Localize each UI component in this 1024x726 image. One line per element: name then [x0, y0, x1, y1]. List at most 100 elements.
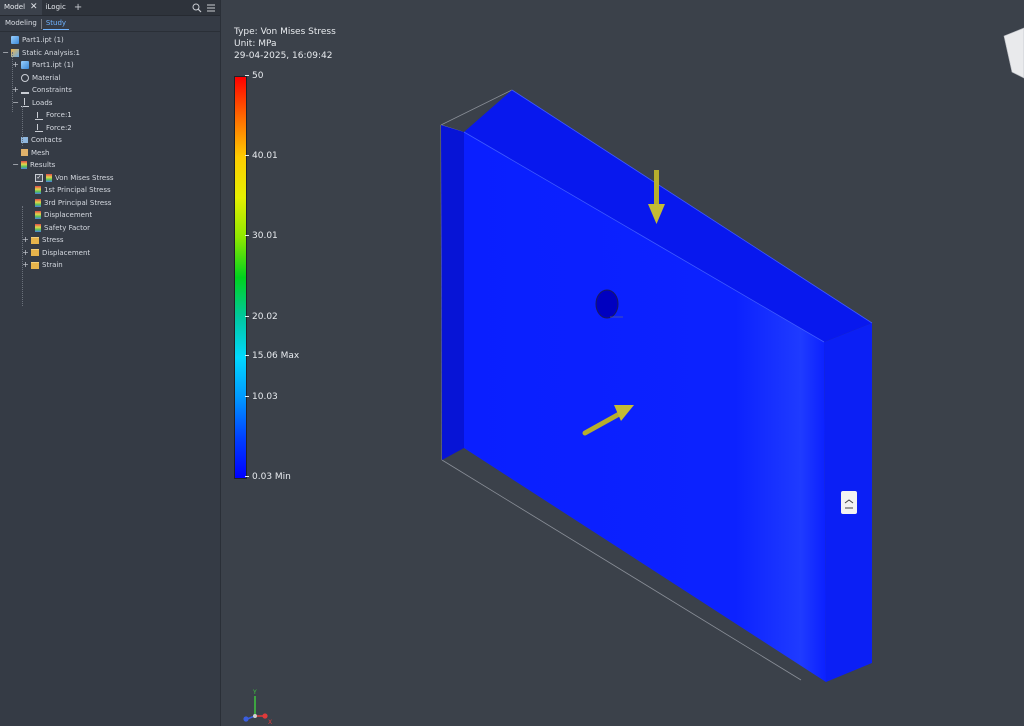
view-cube[interactable] [1003, 27, 1024, 79]
part-icon [21, 61, 29, 69]
tree-node[interactable]: + Displacement [22, 247, 90, 259]
collapse-icon[interactable]: − [12, 159, 19, 171]
tree-node-label: 3rd Principal Stress [44, 198, 112, 207]
tree-node[interactable]: Contacts [12, 134, 62, 146]
tree-node[interactable]: Mesh [12, 147, 49, 159]
tree-node[interactable]: − Results [12, 159, 55, 171]
legend-unit: Unit: MPa [234, 39, 277, 49]
model-scene[interactable] [221, 0, 1024, 726]
mode-study[interactable]: Study [42, 18, 70, 30]
tree-node-label: Loads [32, 98, 53, 107]
tree-node[interactable]: Safety Factor [26, 222, 90, 234]
tree-node-label: Results [30, 161, 56, 169]
tree-node-label: Safety Factor [44, 223, 91, 232]
tree-node-label: Strain [42, 261, 63, 269]
result-legend-header: Type: Von Mises Stress Unit: MPa 29-04-2… [234, 26, 336, 62]
tree-node[interactable]: Displacement [26, 209, 92, 221]
tree-node-label: Contacts [31, 136, 62, 144]
result-plot-icon [35, 211, 41, 219]
tree-node-label: Mesh [31, 148, 50, 157]
material-icon [21, 73, 29, 82]
close-icon[interactable]: ✕ [30, 0, 38, 15]
tree-node-label: Material [32, 73, 61, 82]
tab-ilogic-label: iLogic [45, 3, 66, 11]
collapse-icon[interactable]: − [2, 47, 9, 59]
tree-node-label: Von Mises Stress [55, 173, 114, 182]
mesh-icon [21, 149, 28, 156]
folder-icon [31, 261, 39, 269]
model-browser: Model ✕ iLogic + Modeling Study Part1.ip… [0, 0, 221, 726]
checkbox-icon[interactable]: ✓ [35, 173, 43, 182]
results-icon [21, 161, 27, 169]
tree-connector [12, 52, 13, 112]
tree-node-label: Static Analysis:1 [22, 48, 80, 57]
color-bar-tick-label: 30.01 [245, 231, 278, 242]
axis-triad[interactable]: Y X [235, 686, 275, 726]
add-tab-icon[interactable]: + [74, 2, 82, 13]
color-bar [234, 76, 247, 479]
tree-node-label: 1st Principal Stress [44, 186, 111, 194]
tree-node[interactable]: Part1.ipt (1) [2, 34, 64, 46]
axis-x-label: X [268, 719, 272, 726]
tree-node[interactable]: − Loads [12, 97, 52, 109]
tree-node[interactable]: + Strain [22, 259, 63, 271]
expand-icon[interactable]: + [22, 247, 29, 259]
expand-icon[interactable]: + [22, 234, 29, 246]
color-bar-tick-label: 40.01 [245, 151, 278, 162]
tree-node[interactable]: Material [12, 72, 60, 84]
expand-icon[interactable]: + [12, 84, 19, 96]
menu-icon[interactable] [206, 3, 216, 13]
tab-ilogic[interactable]: iLogic [42, 0, 70, 15]
tree-node[interactable]: − Static Analysis:1 [2, 47, 80, 59]
expand-icon[interactable]: + [22, 259, 29, 271]
tab-model-label: Model [4, 3, 26, 11]
force-icon [35, 111, 43, 120]
tree-node-label: Part1.ipt (1) [22, 36, 64, 44]
tree-node[interactable]: Force:1 [26, 109, 72, 121]
force-icon [35, 123, 43, 132]
result-plot-icon [46, 173, 52, 182]
part-side-face [441, 125, 464, 460]
tree-node[interactable]: 1st Principal Stress [26, 184, 111, 196]
axis-y-label: Y [252, 689, 257, 696]
graphics-viewport[interactable]: Type: Von Mises Stress Unit: MPa 29-04-2… [221, 0, 1024, 726]
folder-icon [31, 236, 39, 244]
tree-node[interactable]: Force:2 [26, 122, 72, 134]
constraint-icon [21, 87, 29, 94]
tree-node-label: Constraints [32, 86, 72, 94]
tree-node[interactable]: ✓ Von Mises Stress [26, 172, 114, 184]
environment-switcher: Modeling Study [0, 16, 220, 32]
collapse-icon[interactable]: − [12, 97, 19, 109]
browser-tab-bar: Model ✕ iLogic + [0, 0, 220, 16]
tree-node-label: Force:1 [46, 111, 72, 119]
result-plot-icon [35, 186, 41, 194]
tree-node[interactable]: + Part1.ipt (1) [12, 59, 74, 71]
tree-connector [22, 206, 23, 306]
legend-timestamp: 29-04-2025, 16:09:42 [234, 51, 333, 61]
folder-icon [31, 249, 39, 256]
mode-modeling[interactable]: Modeling [2, 18, 40, 29]
legend-type: Type: Von Mises Stress [234, 27, 336, 37]
color-bar-tick-label: 10.03 [245, 391, 278, 402]
tree-node-label: Stress [42, 236, 64, 244]
tree-node-label: Displacement [44, 211, 93, 219]
part-icon [11, 36, 19, 44]
tree-connector [22, 106, 23, 146]
tree-node[interactable]: 3rd Principal Stress [26, 197, 111, 209]
color-bar-tick-label: 0.03 Min [245, 472, 291, 482]
search-icon[interactable] [192, 3, 202, 13]
tree-node[interactable]: + Stress [22, 234, 64, 246]
mode-divider [40, 18, 42, 29]
result-plot-icon [35, 198, 41, 207]
tree-node[interactable]: + Constraints [12, 84, 72, 96]
color-bar-tick-label: 20.02 [245, 311, 278, 322]
tree-node-label: Displacement [42, 248, 91, 257]
tab-model[interactable]: Model ✕ [0, 0, 42, 15]
result-plot-icon [35, 223, 41, 232]
tree-node-label: Force:2 [46, 123, 72, 132]
tree-node-label: Part1.ipt (1) [32, 61, 74, 69]
constraint-glyph[interactable] [841, 491, 857, 514]
color-bar-tick-label: 15.06 Max [244, 351, 300, 362]
expand-icon[interactable]: + [12, 59, 19, 71]
color-bar-tick-label: 50 [244, 71, 264, 81]
